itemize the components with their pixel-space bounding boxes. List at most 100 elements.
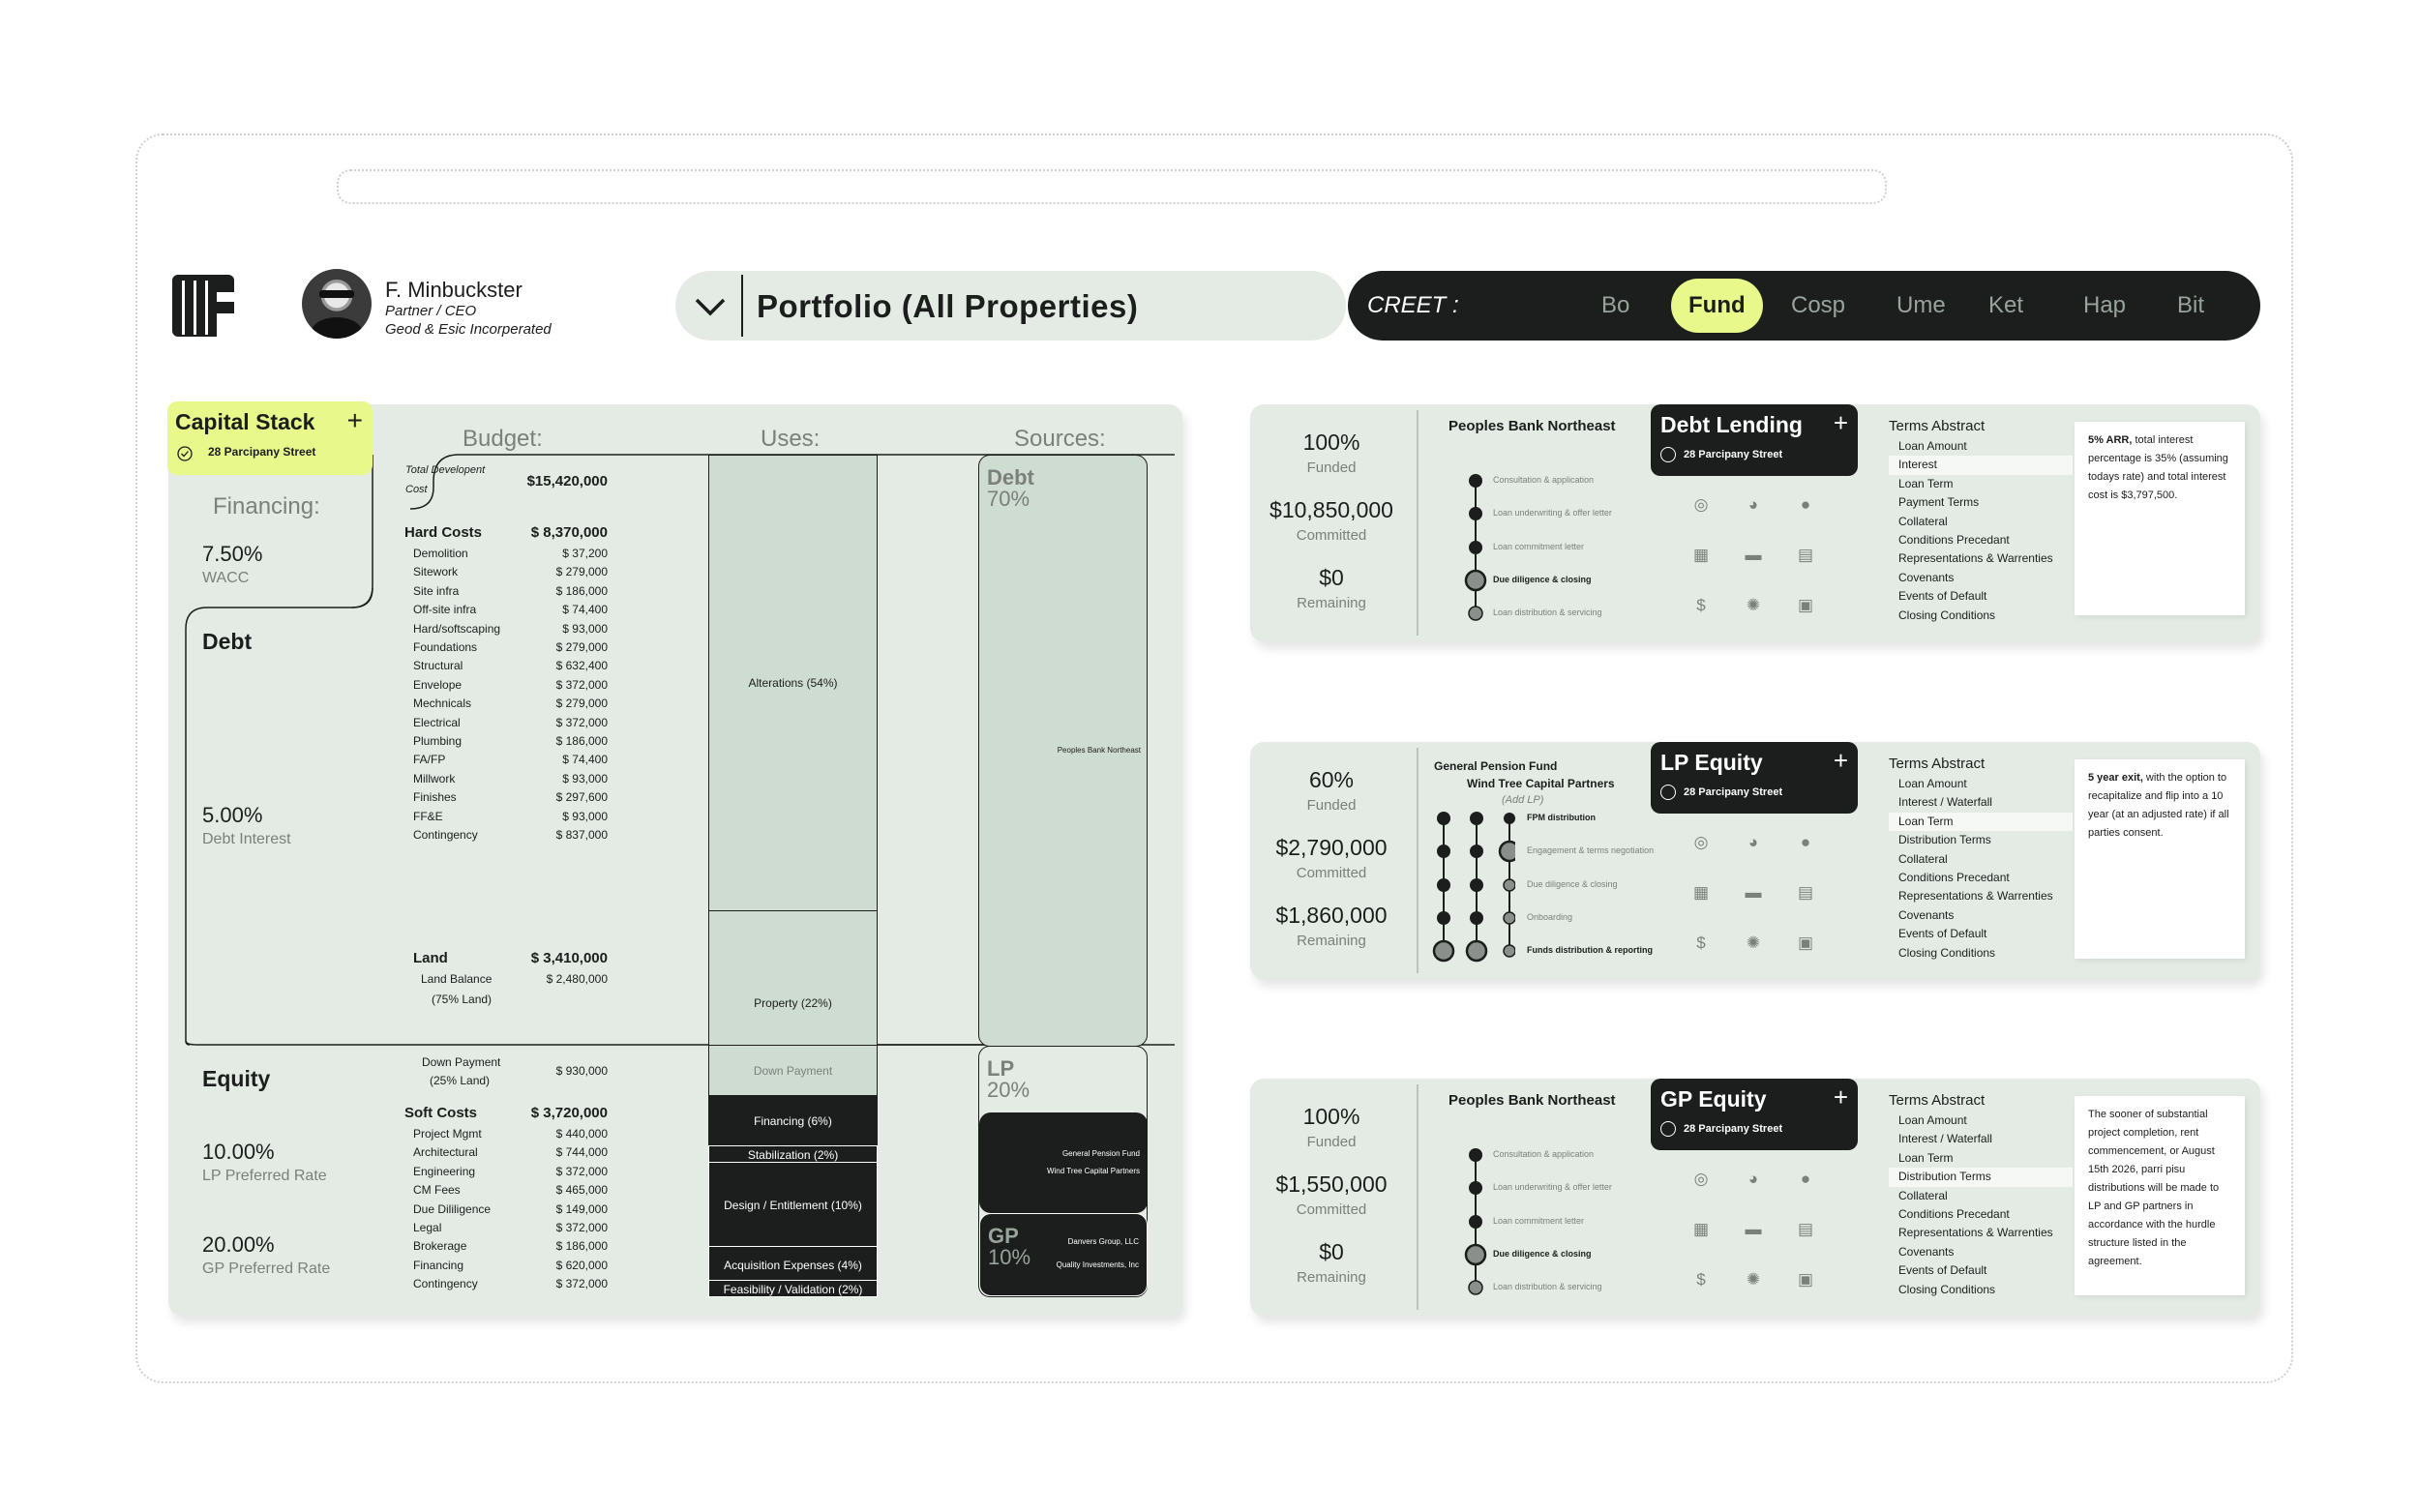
terms-item[interactable]: Events of Default [1889,1261,2073,1280]
portfolio-selector[interactable]: Portfolio (All Properties) [675,271,1346,341]
capital-stack-tag[interactable]: Capital Stack + 28 Parcipany Street [167,401,373,475]
terms-item[interactable]: Covenants [1889,906,2073,925]
chat-icon[interactable]: ● [1796,833,1815,852]
use-feasibility[interactable]: Feasibility / Validation (2%) [708,1280,878,1297]
dollar-icon[interactable]: $ [1691,1270,1711,1290]
gear-icon[interactable]: ✺ [1744,596,1763,615]
terms-item[interactable]: Interest [1889,456,2073,475]
budget-item-label: Structural [413,659,463,673]
source-lp[interactable]: General Pension Fund Wind Tree Capital P… [979,1112,1148,1213]
dollar-icon[interactable]: $ [1691,934,1711,953]
terms-item[interactable]: Distribution Terms [1889,831,2073,849]
terms-item[interactable]: Events of Default [1889,925,2073,943]
building-icon[interactable]: ▦ [1691,546,1711,565]
card-tag-address: 28 Parcipany Street [1684,449,1783,460]
briefcase-icon[interactable]: ▣ [1796,934,1815,953]
calendar-icon[interactable]: ▤ [1796,1220,1815,1239]
terms-item[interactable]: Conditions Precedant [1889,1205,2073,1224]
timeline-step: Loan distribution & servicing [1493,608,1602,617]
globe-icon[interactable]: ◎ [1691,1170,1711,1189]
add-icon[interactable]: + [1834,746,1848,776]
chevron-down-icon[interactable] [689,284,732,327]
terms-item[interactable]: Representations & Warrenties [1889,549,2073,568]
terms-item[interactable]: Collateral [1889,850,2073,869]
terms-item[interactable]: Loan Term [1889,475,2073,493]
card-tag[interactable]: Debt Lending +28 Parcipany Street [1651,404,1858,476]
pie-chart-icon[interactable]: ◕ [1744,833,1763,852]
card-stat-label: Remaining [1297,1269,1366,1286]
add-icon[interactable]: + [1834,408,1848,438]
nav-item-fund[interactable]: Fund [1671,279,1763,333]
terms-item[interactable]: Representations & Warrenties [1889,887,2073,905]
terms-item[interactable]: Loan Amount [1889,775,2073,793]
terms-item[interactable]: Collateral [1889,513,2073,531]
gear-icon[interactable]: ✺ [1744,1270,1763,1290]
terms-item[interactable]: Covenants [1889,1243,2073,1261]
use-acquisition[interactable]: Acquisition Expenses (4%) [708,1246,878,1281]
timeline-step: Due diligence & closing [1493,1249,1592,1259]
card-tag[interactable]: GP Equity +28 Parcipany Street [1651,1079,1858,1150]
terms-item[interactable]: Covenants [1889,569,2073,587]
terms-item[interactable]: Events of Default [1889,587,2073,606]
building-icon[interactable]: ▦ [1691,883,1711,903]
folder-icon[interactable]: ▬ [1744,546,1763,565]
calendar-icon[interactable]: ▤ [1796,546,1815,565]
budget-item-label: Sitework [413,565,459,579]
globe-icon[interactable]: ◎ [1691,495,1711,515]
dollar-icon[interactable]: $ [1691,596,1711,615]
budget-item-label: Engineering [413,1164,476,1178]
terms-item[interactable]: Payment Terms [1889,493,2073,512]
pie-chart-icon[interactable]: ◕ [1744,1170,1763,1189]
calendar-icon[interactable]: ▤ [1796,883,1815,903]
folder-icon[interactable]: ▬ [1744,883,1763,903]
briefcase-icon[interactable]: ▣ [1796,1270,1815,1290]
use-design[interactable]: Design / Entitlement (10%) [708,1162,878,1247]
building-icon[interactable]: ▦ [1691,1220,1711,1239]
nav-item-cosp[interactable]: Cosp [1791,292,1845,319]
nav-item-hap[interactable]: Hap [2083,292,2126,319]
use-down-payment[interactable]: Down Payment [708,1045,878,1096]
chat-icon[interactable]: ● [1796,495,1815,515]
budget-item-value: $ 372,000 [555,1277,608,1291]
terms-item[interactable]: Loan Term [1889,1149,2073,1168]
check-circle-icon [177,446,193,461]
source-gp[interactable]: GP 10% Danvers Group, LLC Quality Invest… [979,1213,1148,1296]
terms-item[interactable]: Distribution Terms [1889,1168,2073,1187]
nav-item-bo[interactable]: Bo [1601,292,1629,319]
gear-icon[interactable]: ✺ [1744,934,1763,953]
terms-item[interactable]: Loan Term [1889,812,2073,832]
globe-icon[interactable]: ◎ [1691,833,1711,852]
chat-icon[interactable]: ● [1796,1170,1815,1189]
folder-icon[interactable]: ▬ [1744,1220,1763,1239]
user-avatar[interactable] [302,269,372,339]
terms-item[interactable]: Collateral [1889,1187,2073,1205]
use-alterations[interactable]: Alterations (54%) [708,455,878,911]
source-debt[interactable]: Debt 70% Peoples Bank Northeast [978,455,1148,1047]
terms-item[interactable]: Closing Conditions [1889,607,2073,625]
terms-item[interactable]: Conditions Precedant [1889,869,2073,887]
use-financing[interactable]: Financing (6%) [708,1095,878,1146]
terms-item[interactable]: Interest / Waterfall [1889,793,2073,812]
terms-item[interactable]: Closing Conditions [1889,944,2073,963]
terms-item[interactable]: Loan Amount [1889,437,2073,456]
budget-item-value: $ 186,000 [555,734,608,748]
terms-item[interactable]: Conditions Precedant [1889,531,2073,549]
card-tag[interactable]: LP Equity +28 Parcipany Street [1651,742,1858,814]
terms-item[interactable]: Closing Conditions [1889,1281,2073,1299]
use-stabilization[interactable]: Stabilization (2%) [708,1145,878,1163]
nav-item-ket[interactable]: Ket [1988,292,2023,319]
nav-item-bit[interactable]: Bit [2177,292,2204,319]
terms-item[interactable]: Representations & Warrenties [1889,1224,2073,1242]
capital-stack-title: Capital Stack [175,409,315,434]
terms-item[interactable]: Interest / Waterfall [1889,1130,2073,1148]
source-gp-label: GP [988,1224,1019,1248]
pie-chart-icon[interactable]: ◕ [1744,495,1763,515]
budget-item-label: Legal [413,1221,442,1234]
budget-item-value: $ 465,000 [555,1183,608,1198]
terms-item[interactable]: Loan Amount [1889,1112,2073,1130]
add-icon[interactable]: + [347,405,363,436]
use-property[interactable]: Property (22%) [708,910,878,1046]
briefcase-icon[interactable]: ▣ [1796,596,1815,615]
nav-item-ume[interactable]: Ume [1896,292,1946,319]
add-icon[interactable]: + [1834,1082,1848,1112]
